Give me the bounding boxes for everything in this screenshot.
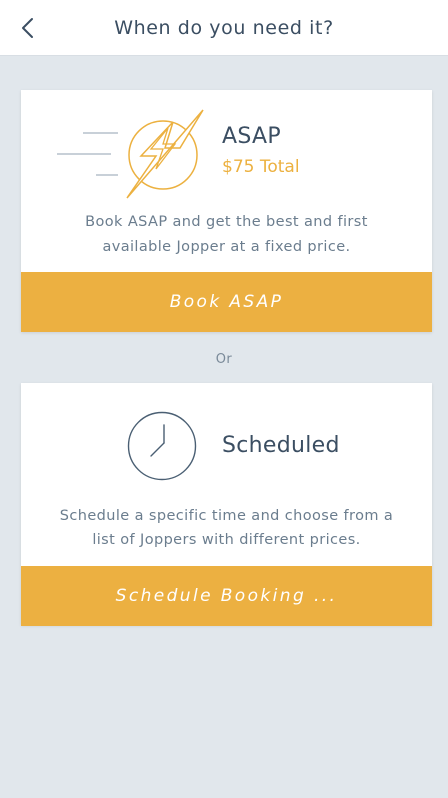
book-asap-button[interactable]: Book ASAP: [21, 272, 432, 332]
or-separator: Or: [215, 352, 233, 367]
asap-price: $75 Total: [222, 157, 300, 177]
asap-description-line1: Book ASAP and get the best and first: [85, 214, 368, 230]
schedule-booking-button[interactable]: Schedule Booking ...: [21, 566, 432, 626]
lightning-bolt-icon: [55, 108, 205, 200]
top-nav-bar: When do you need it?: [0, 0, 448, 56]
asap-description-line2: available Jopper at a fixed price.: [102, 239, 351, 255]
scheduled-option-card: Scheduled Schedule a specific time and c…: [21, 383, 432, 626]
scheduled-description-line1: Schedule a specific time and choose from…: [59, 508, 394, 524]
asap-title: ASAP: [222, 124, 281, 149]
clock-icon: [126, 410, 198, 482]
scheduled-description-line2: list of Joppers with different prices.: [92, 532, 361, 548]
page-title: When do you need it?: [114, 17, 334, 39]
scheduled-title: Scheduled: [222, 433, 340, 458]
asap-option-card: ASAP $75 Total Book ASAP and get the bes…: [21, 90, 432, 332]
